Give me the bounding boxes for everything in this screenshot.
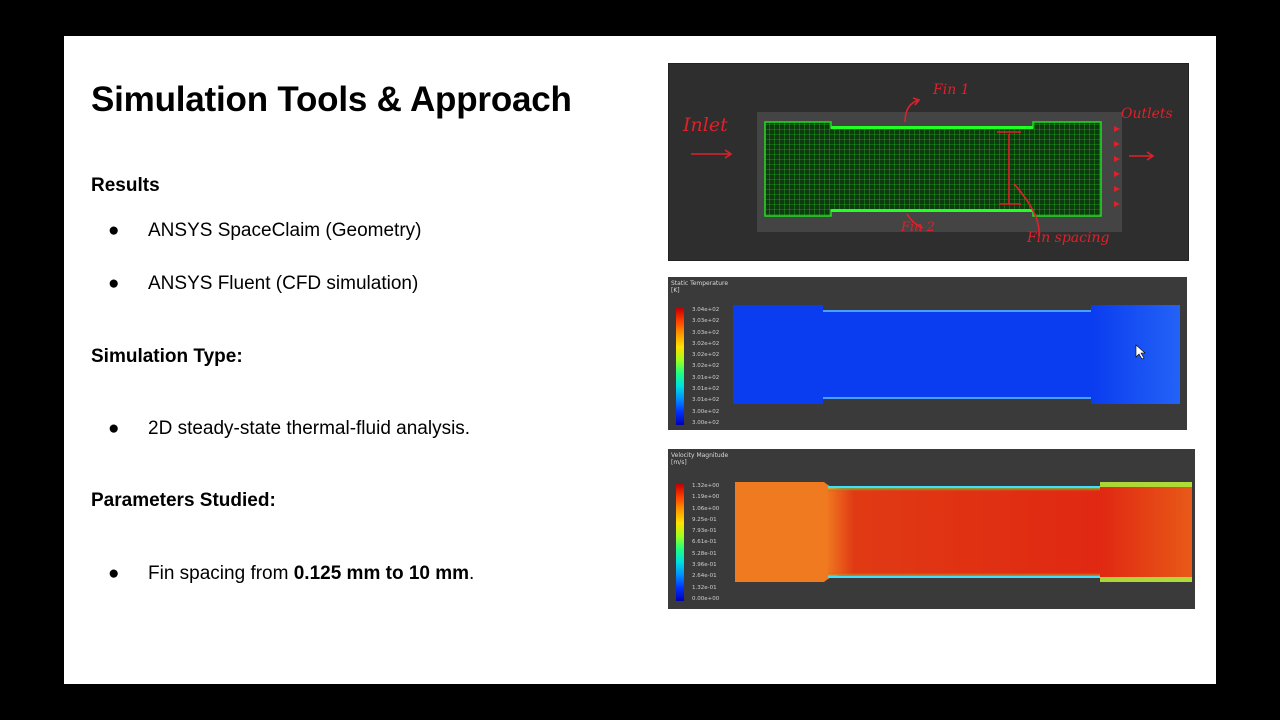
- mesh-geometry-image: Inlet Outlets Fin 1 Fin 2 Fin spacing: [668, 63, 1189, 261]
- bullet-item-fin-spacing: ● Fin spacing from 0.125 mm to 10 mm.: [108, 563, 474, 585]
- bullet-text: ANSYS SpaceClaim (Geometry): [148, 220, 422, 241]
- velocity-outlet-top: [1100, 482, 1192, 487]
- slide-title: Simulation Tools & Approach: [91, 80, 572, 119]
- bullet-icon: ●: [108, 563, 120, 584]
- bullet-icon: ●: [108, 220, 120, 241]
- bullet-text: 2D steady-state thermal-fluid analysis.: [148, 418, 471, 439]
- temperature-fin-bottom-layer: [823, 397, 1091, 399]
- velocity-fin-top-edge: [828, 486, 1100, 488]
- bullet-text: ANSYS Fluent (CFD simulation): [148, 273, 419, 294]
- velocity-field-svg: [735, 482, 1192, 582]
- results-heading: Results: [91, 175, 160, 196]
- inlet-annotation: Inlet: [683, 114, 728, 136]
- simulation-type-heading: Simulation Type:: [91, 346, 243, 367]
- bullet-item-spaceclaim: ● ANSYS SpaceClaim (Geometry): [108, 220, 421, 242]
- bullet-text-bold: 0.125 mm to 10 mm: [293, 563, 470, 584]
- mesh-grid: [765, 122, 1101, 216]
- temperature-contour-image: Static Temperature [K] 3.04e+02 3.03e+02…: [668, 277, 1187, 430]
- fin-top: [831, 126, 1033, 129]
- parameters-heading: Parameters Studied:: [91, 490, 276, 511]
- temperature-field-svg: [733, 305, 1180, 404]
- velocity-outlet-bottom: [1100, 577, 1192, 582]
- temperature-fin-top-layer: [823, 310, 1091, 312]
- outlet-annotation: Outlets: [1121, 106, 1173, 122]
- bullet-text-end: .: [469, 563, 475, 584]
- fin2-annotation: Fin 2: [901, 220, 935, 235]
- velocity-field: [735, 482, 1192, 582]
- bullet-icon: ●: [108, 273, 120, 294]
- fin1-annotation: Fin 1: [933, 82, 970, 98]
- temperature-outlet-zone: [1091, 305, 1180, 404]
- slide: Simulation Tools & Approach Results ● ANS…: [64, 36, 1216, 684]
- fin-spacing-annotation: Fin spacing: [1027, 230, 1110, 246]
- fin-bottom: [831, 209, 1033, 212]
- bullet-item-sim-type: ● 2D steady-state thermal-fluid analysis.: [108, 418, 470, 440]
- velocity-contour-image: Velocity Magnitude [m/s] 1.32e+00 1.19e+…: [668, 449, 1195, 609]
- bullet-item-fluent: ● ANSYS Fluent (CFD simulation): [108, 273, 418, 295]
- bullet-icon: ●: [108, 418, 120, 439]
- velocity-fin-bottom-edge: [828, 576, 1100, 578]
- bullet-text: Fin spacing from: [148, 563, 294, 584]
